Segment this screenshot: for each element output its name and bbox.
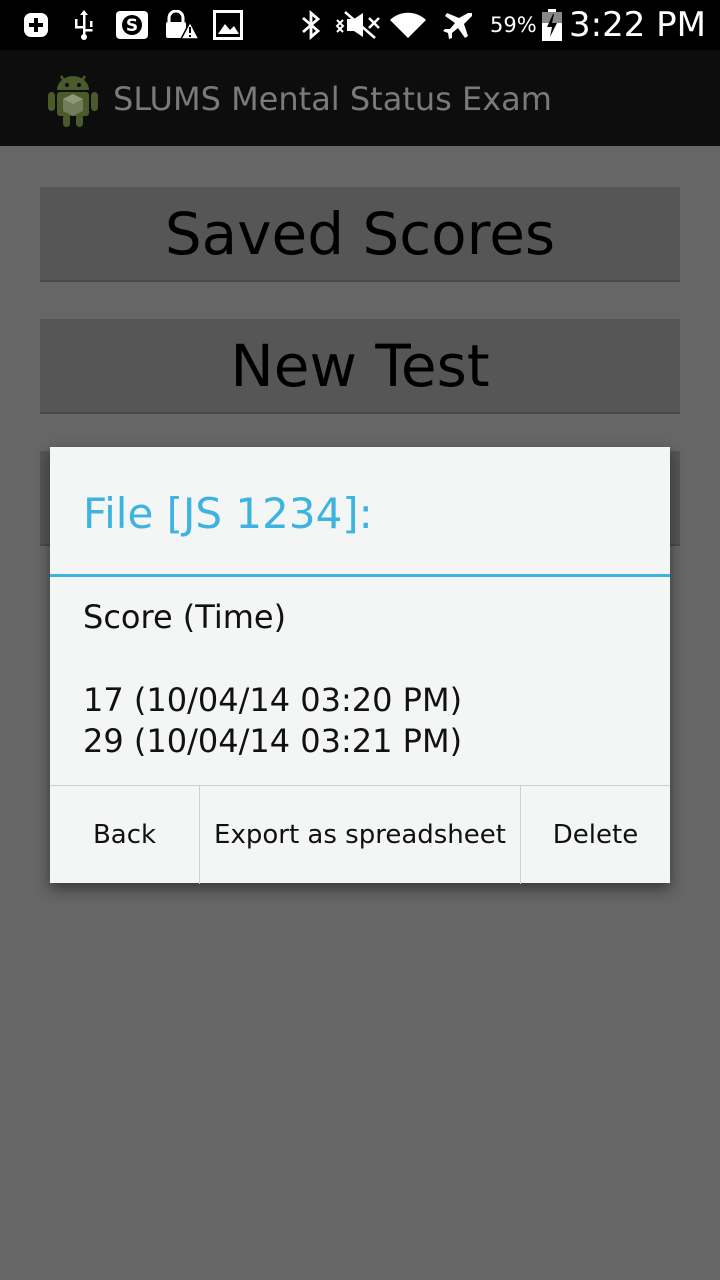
image-icon xyxy=(212,10,244,40)
battery-percent: 59% xyxy=(490,13,537,37)
usb-icon xyxy=(70,10,98,40)
new-test-button[interactable]: New Test xyxy=(40,319,680,414)
dialog-message: Score (Time) 17 (10/04/14 03:20 PM) 29 (… xyxy=(83,597,643,762)
export-spreadsheet-button[interactable]: Export as spreadsheet xyxy=(199,786,520,884)
score-entry: 29 (10/04/14 03:21 PM) xyxy=(83,722,463,760)
mute-icon xyxy=(334,10,382,40)
delete-button[interactable]: Delete xyxy=(520,786,670,884)
bluetooth-icon xyxy=(298,10,324,40)
battery-charging-icon xyxy=(540,9,564,41)
score-entry: 17 (10/04/14 03:20 PM) xyxy=(83,681,463,719)
svg-text:S: S xyxy=(126,16,138,36)
saved-scores-button[interactable]: Saved Scores xyxy=(40,187,680,282)
status-bar: S 59% 3:22 PM xyxy=(0,0,720,50)
airplane-icon xyxy=(440,10,476,40)
dialog-title: File [JS 1234]: xyxy=(83,489,373,538)
clock: 3:22 PM xyxy=(569,5,706,45)
app-title: SLUMS Mental Status Exam xyxy=(113,80,552,118)
add-icon xyxy=(22,10,50,40)
lock-warning-icon xyxy=(162,10,200,40)
file-dialog: File [JS 1234]: Score (Time) 17 (10/04/1… xyxy=(50,447,670,884)
android-app-icon xyxy=(46,70,100,128)
back-button[interactable]: Back xyxy=(50,786,199,884)
wifi-icon xyxy=(388,10,428,40)
s-app-icon: S xyxy=(114,10,150,40)
dialog-button-bar: Back Export as spreadsheet Delete xyxy=(50,785,670,884)
dialog-title-divider xyxy=(50,574,670,577)
action-bar: SLUMS Mental Status Exam xyxy=(0,50,720,146)
score-header: Score (Time) xyxy=(83,598,287,636)
